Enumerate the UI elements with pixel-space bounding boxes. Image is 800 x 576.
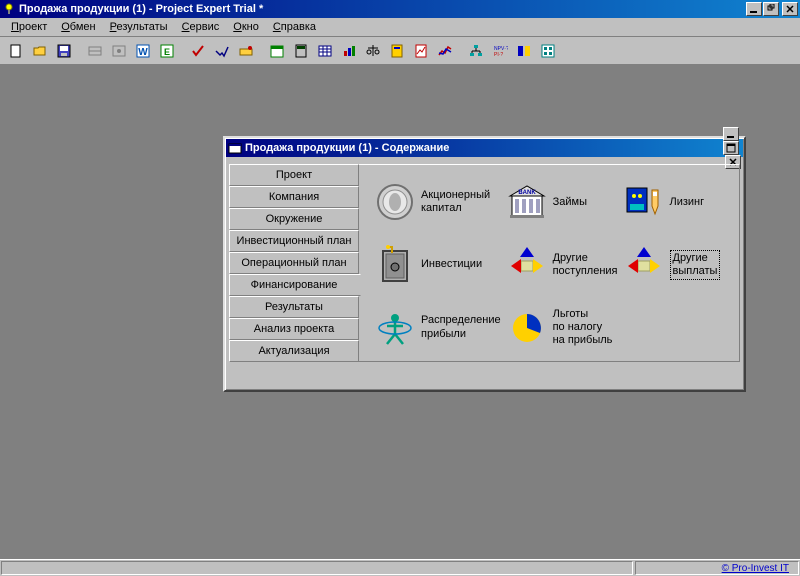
menu-window[interactable]: Окно [226, 19, 266, 35]
side-tab-8[interactable]: Актуализация [229, 340, 359, 362]
trace-icon[interactable] [234, 40, 257, 62]
check-icon[interactable] [186, 40, 209, 62]
vendor-link[interactable]: © Pro-Invest IT [722, 563, 795, 574]
module-profit-dist[interactable]: Распределениеприбыли [375, 300, 501, 355]
module-label: Займы [553, 196, 587, 209]
open-icon[interactable] [28, 40, 51, 62]
main-titlebar: Продажа продукции (1) - Project Expert T… [0, 0, 800, 18]
save-icon[interactable] [52, 40, 75, 62]
status-cell-main [1, 561, 633, 575]
side-tab-6[interactable]: Результаты [229, 296, 359, 318]
module-label: Лизинг [670, 196, 705, 209]
inner-maximize-button[interactable] [723, 141, 739, 155]
minimize-button[interactable] [746, 2, 762, 16]
module-share-capital[interactable]: Акционерныйкапитал [375, 175, 501, 230]
inner-titlebar: Продажа продукции (1) - Содержание [226, 139, 743, 157]
statusbar: © Pro-Invest IT [0, 559, 800, 576]
balance-icon[interactable] [361, 40, 384, 62]
pie-icon [507, 308, 547, 348]
calendar-icon[interactable] [265, 40, 288, 62]
module-label: Инвестиции [421, 258, 482, 271]
maximize-button[interactable] [763, 2, 779, 16]
svg-text:BANK: BANK [518, 190, 536, 196]
leasing-icon [624, 182, 664, 222]
side-tab-4[interactable]: Операционный план [229, 252, 359, 274]
module-label: Другиепоступления [553, 252, 618, 278]
inner-minimize-button[interactable] [723, 127, 739, 141]
contents-window: Продажа продукции (1) - Содержание Проек… [223, 136, 746, 392]
arrows-icon [507, 245, 547, 285]
module-other-payments[interactable]: Другиевыплаты [624, 238, 732, 293]
module-leasing[interactable]: Лизинг [624, 175, 732, 230]
module-loans[interactable]: BANK Займы [507, 175, 618, 230]
view2-icon[interactable] [107, 40, 130, 62]
table-icon[interactable] [313, 40, 336, 62]
bank-icon: BANK [507, 182, 547, 222]
org-icon[interactable] [464, 40, 487, 62]
report1-icon[interactable] [385, 40, 408, 62]
side-tab-3[interactable]: Инвестиционный план [229, 230, 359, 252]
inner-window-icon [228, 141, 242, 155]
view1-icon[interactable] [83, 40, 106, 62]
module-label: Распределениеприбыли [421, 314, 501, 340]
arrows2-icon [624, 245, 664, 285]
menu-results[interactable]: Результаты [103, 19, 175, 35]
module-investments[interactable]: Инвестиции [375, 238, 501, 293]
side-tab-7[interactable]: Анализ проекта [229, 318, 359, 340]
pass-icon[interactable] [210, 40, 233, 62]
side-tab-5[interactable]: Финансирование [229, 274, 361, 296]
side-tab-2[interactable]: Окружение [229, 208, 359, 230]
menu-exchange[interactable]: Обмен [54, 19, 102, 35]
menu-help[interactable]: Справка [266, 19, 323, 35]
new-icon[interactable] [4, 40, 27, 62]
cash-icon[interactable] [512, 40, 535, 62]
mdi-workspace: Продажа продукции (1) - Содержание Проек… [0, 65, 800, 559]
module-tax-benefits[interactable]: Льготыпо налогуна прибыль [507, 300, 618, 355]
atlas-icon [375, 308, 415, 348]
chart-icon[interactable] [337, 40, 360, 62]
module-label: Другиевыплаты [670, 250, 721, 280]
svg-text:PI·?: PI·? [494, 52, 503, 58]
word-icon[interactable]: W [131, 40, 154, 62]
app-icon [2, 2, 16, 16]
coin-icon [375, 182, 415, 222]
npv-icon[interactable]: NPV·?PI·? [488, 40, 511, 62]
safe-icon [375, 245, 415, 285]
toolbar: W E NPV·?PI·? [0, 37, 800, 65]
module-other-income[interactable]: Другиепоступления [507, 238, 618, 293]
menu-service[interactable]: Сервис [175, 19, 227, 35]
inner-title: Продажа продукции (1) - Содержание [245, 142, 723, 154]
content-panel: Акционерныйкапитал BANK Займы Лизинг Инвести… [359, 164, 740, 362]
summary-icon[interactable] [536, 40, 559, 62]
report2-icon[interactable] [409, 40, 432, 62]
svg-text:E: E [163, 47, 169, 57]
graph-icon[interactable] [433, 40, 456, 62]
module-label: Льготыпо налогуна прибыль [553, 308, 613, 348]
menu-project[interactable]: Проект [4, 19, 54, 35]
status-cell-link: © Pro-Invest IT [635, 561, 799, 575]
menubar: Проект Обмен Результаты Сервис Окно Спра… [0, 18, 800, 37]
main-title: Продажа продукции (1) - Project Expert T… [19, 3, 746, 15]
module-label: Акционерныйкапитал [421, 189, 490, 215]
side-tab-1[interactable]: Компания [229, 186, 359, 208]
side-tab-0[interactable]: Проект [229, 164, 359, 186]
side-tabs: ПроектКомпанияОкружениеИнвестиционный пл… [229, 164, 359, 362]
calc-icon[interactable] [289, 40, 312, 62]
svg-text:W: W [138, 47, 148, 58]
close-button[interactable] [782, 2, 798, 16]
excel-icon[interactable]: E [155, 40, 178, 62]
